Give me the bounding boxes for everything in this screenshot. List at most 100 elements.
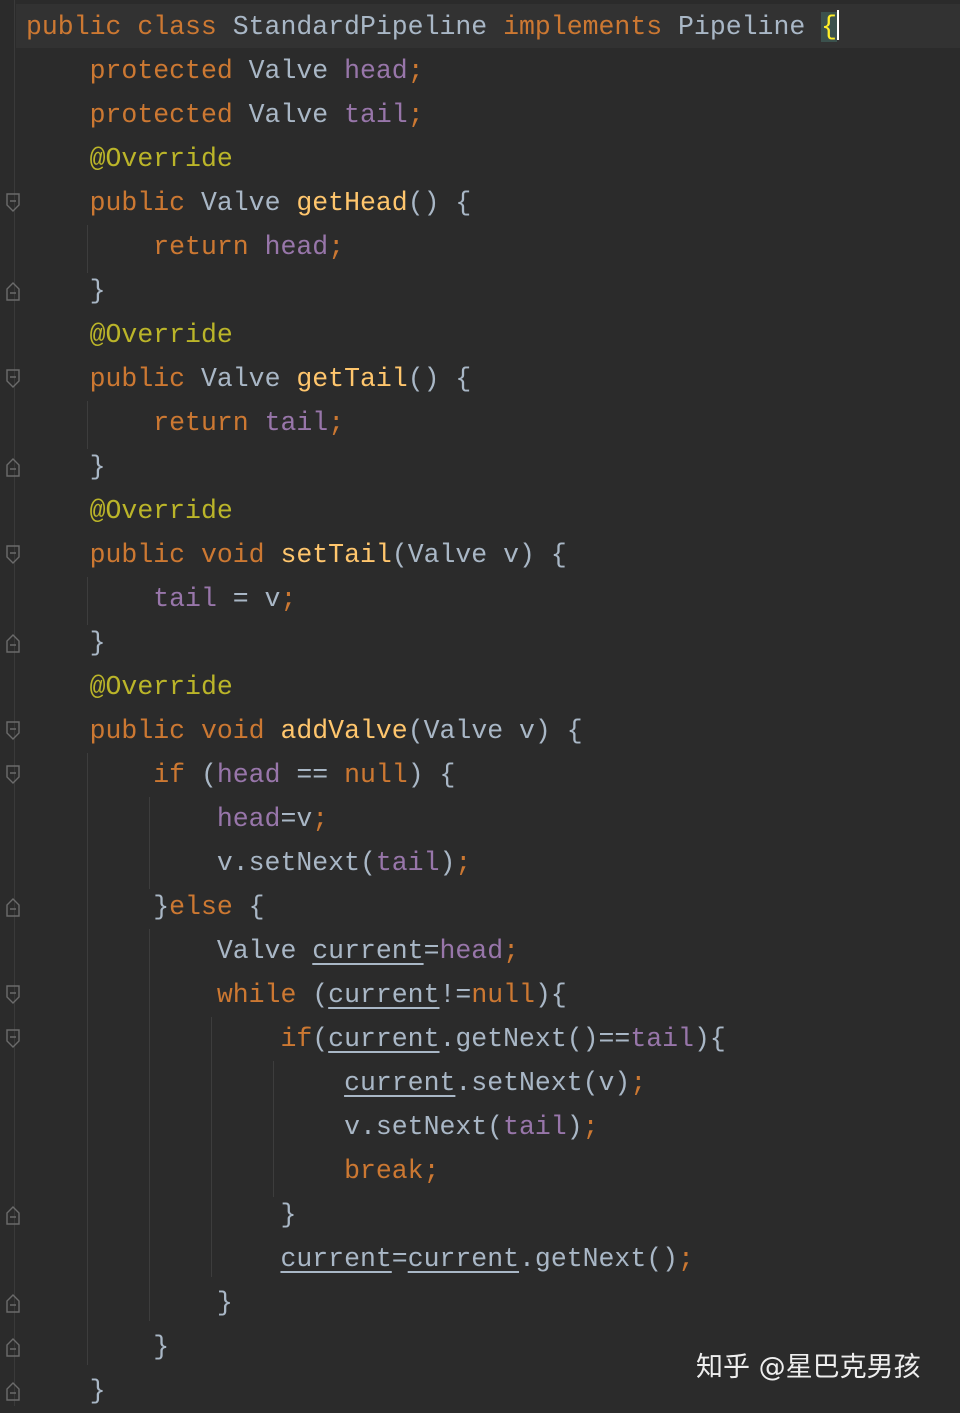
- plain-token: ): [566, 1112, 583, 1142]
- plain-token: .setNext(v): [455, 1068, 631, 1098]
- code-line[interactable]: }: [26, 269, 839, 313]
- method-name-token: getTail: [296, 364, 408, 394]
- plain-token: {: [248, 892, 265, 922]
- fold-close-icon[interactable]: [5, 456, 21, 478]
- code-line[interactable]: @Override: [26, 137, 839, 181]
- code-line[interactable]: head=v;: [26, 797, 839, 841]
- plain-token: Valve: [248, 100, 345, 130]
- field-token: tail: [630, 1024, 694, 1054]
- field-token: head: [439, 936, 504, 966]
- field-token: tail: [375, 848, 440, 878]
- fold-close-icon[interactable]: [5, 896, 21, 918]
- keyword-token: ;: [678, 1244, 694, 1274]
- code-line[interactable]: public void setTail(Valve v) {: [26, 533, 839, 577]
- keyword-token: ;: [312, 804, 329, 834]
- plain-token: .getNext()==: [439, 1024, 631, 1054]
- fold-open-icon[interactable]: [5, 544, 21, 566]
- fold-close-icon[interactable]: [5, 632, 21, 654]
- fold-close-icon[interactable]: [5, 280, 21, 302]
- code-line[interactable]: }else {: [26, 885, 839, 929]
- code-line[interactable]: v.setNext(tail);: [26, 1105, 839, 1149]
- fold-open-icon[interactable]: [5, 720, 21, 742]
- fold-open-icon[interactable]: [5, 764, 21, 786]
- annotation-token: @Override: [89, 672, 233, 702]
- code-line[interactable]: }: [26, 445, 839, 489]
- keyword-token: public: [89, 364, 201, 394]
- plain-token: StandardPipeline: [232, 12, 504, 42]
- code-line[interactable]: }: [26, 621, 839, 665]
- keyword-token: ;: [328, 408, 345, 438]
- keyword-token: public void: [89, 540, 281, 570]
- code-line[interactable]: public void addValve(Valve v) {: [26, 709, 839, 753]
- code-line[interactable]: if (head == null) {: [26, 753, 839, 797]
- code-line[interactable]: protected Valve head;: [26, 49, 839, 93]
- code-line[interactable]: Valve current=head;: [26, 929, 839, 973]
- code-line[interactable]: public Valve getTail() {: [26, 357, 839, 401]
- annotation-token: @Override: [89, 144, 233, 174]
- plain-token: }: [153, 1332, 170, 1362]
- code-text[interactable]: public class StandardPipeline implements…: [26, 5, 840, 1413]
- code-line[interactable]: }: [26, 1281, 839, 1325]
- code-line[interactable]: public class StandardPipeline implements…: [26, 5, 840, 49]
- code-line[interactable]: protected Valve tail;: [26, 93, 839, 137]
- fold-open-icon[interactable]: [5, 368, 21, 390]
- code-line[interactable]: return tail;: [26, 401, 839, 445]
- code-line[interactable]: current=current.getNext();: [26, 1237, 839, 1281]
- fold-close-icon[interactable]: [5, 1380, 21, 1402]
- code-line[interactable]: if(current.getNext()==tail){: [26, 1017, 839, 1061]
- code-line[interactable]: @Override: [26, 489, 839, 533]
- fold-close-icon[interactable]: [5, 1204, 21, 1226]
- plain-token: }: [89, 452, 106, 482]
- fold-open-icon[interactable]: [5, 192, 21, 214]
- fold-close-icon[interactable]: [5, 1292, 21, 1314]
- plain-token: }: [216, 1288, 233, 1318]
- code-line[interactable]: break;: [26, 1149, 839, 1193]
- code-line[interactable]: tail = v;: [26, 577, 839, 621]
- keyword-token: if: [153, 760, 201, 790]
- plain-token: }: [89, 276, 106, 306]
- keyword-token: ;: [455, 848, 472, 878]
- plain-token: =: [423, 936, 440, 966]
- code-line[interactable]: @Override: [26, 313, 839, 357]
- keyword-token: ;: [407, 100, 424, 130]
- field-token: tail: [153, 584, 233, 614]
- code-line[interactable]: }: [26, 1193, 839, 1237]
- fold-open-icon[interactable]: [5, 984, 21, 1006]
- plain-token: Valve: [216, 936, 313, 966]
- code-editor[interactable]: public class StandardPipeline implements…: [0, 0, 960, 1406]
- plain-token: !=: [439, 980, 472, 1010]
- code-line[interactable]: @Override: [26, 665, 839, 709]
- field-token: head: [344, 56, 408, 86]
- plain-token: (: [200, 760, 217, 790]
- plain-token: () {: [407, 188, 472, 218]
- plain-token: Valve: [200, 364, 297, 394]
- keyword-token: public: [89, 188, 201, 218]
- keyword-token: ;: [503, 936, 520, 966]
- code-line[interactable]: public Valve getHead() {: [26, 181, 839, 225]
- fold-open-icon[interactable]: [5, 1028, 21, 1050]
- code-line[interactable]: return head;: [26, 225, 839, 269]
- plain-token: () {: [407, 364, 472, 394]
- editor-gutter[interactable]: [0, 0, 26, 1406]
- plain-token: ): [439, 848, 456, 878]
- plain-token: ){: [534, 980, 567, 1010]
- plain-token: (Valve v) {: [407, 716, 583, 746]
- fold-close-icon[interactable]: [5, 1336, 21, 1358]
- code-line[interactable]: v.setNext(tail);: [26, 841, 839, 885]
- field-token: tail: [344, 100, 408, 130]
- code-line[interactable]: while (current!=null){: [26, 973, 839, 1017]
- code-line[interactable]: current.setNext(v);: [26, 1061, 839, 1105]
